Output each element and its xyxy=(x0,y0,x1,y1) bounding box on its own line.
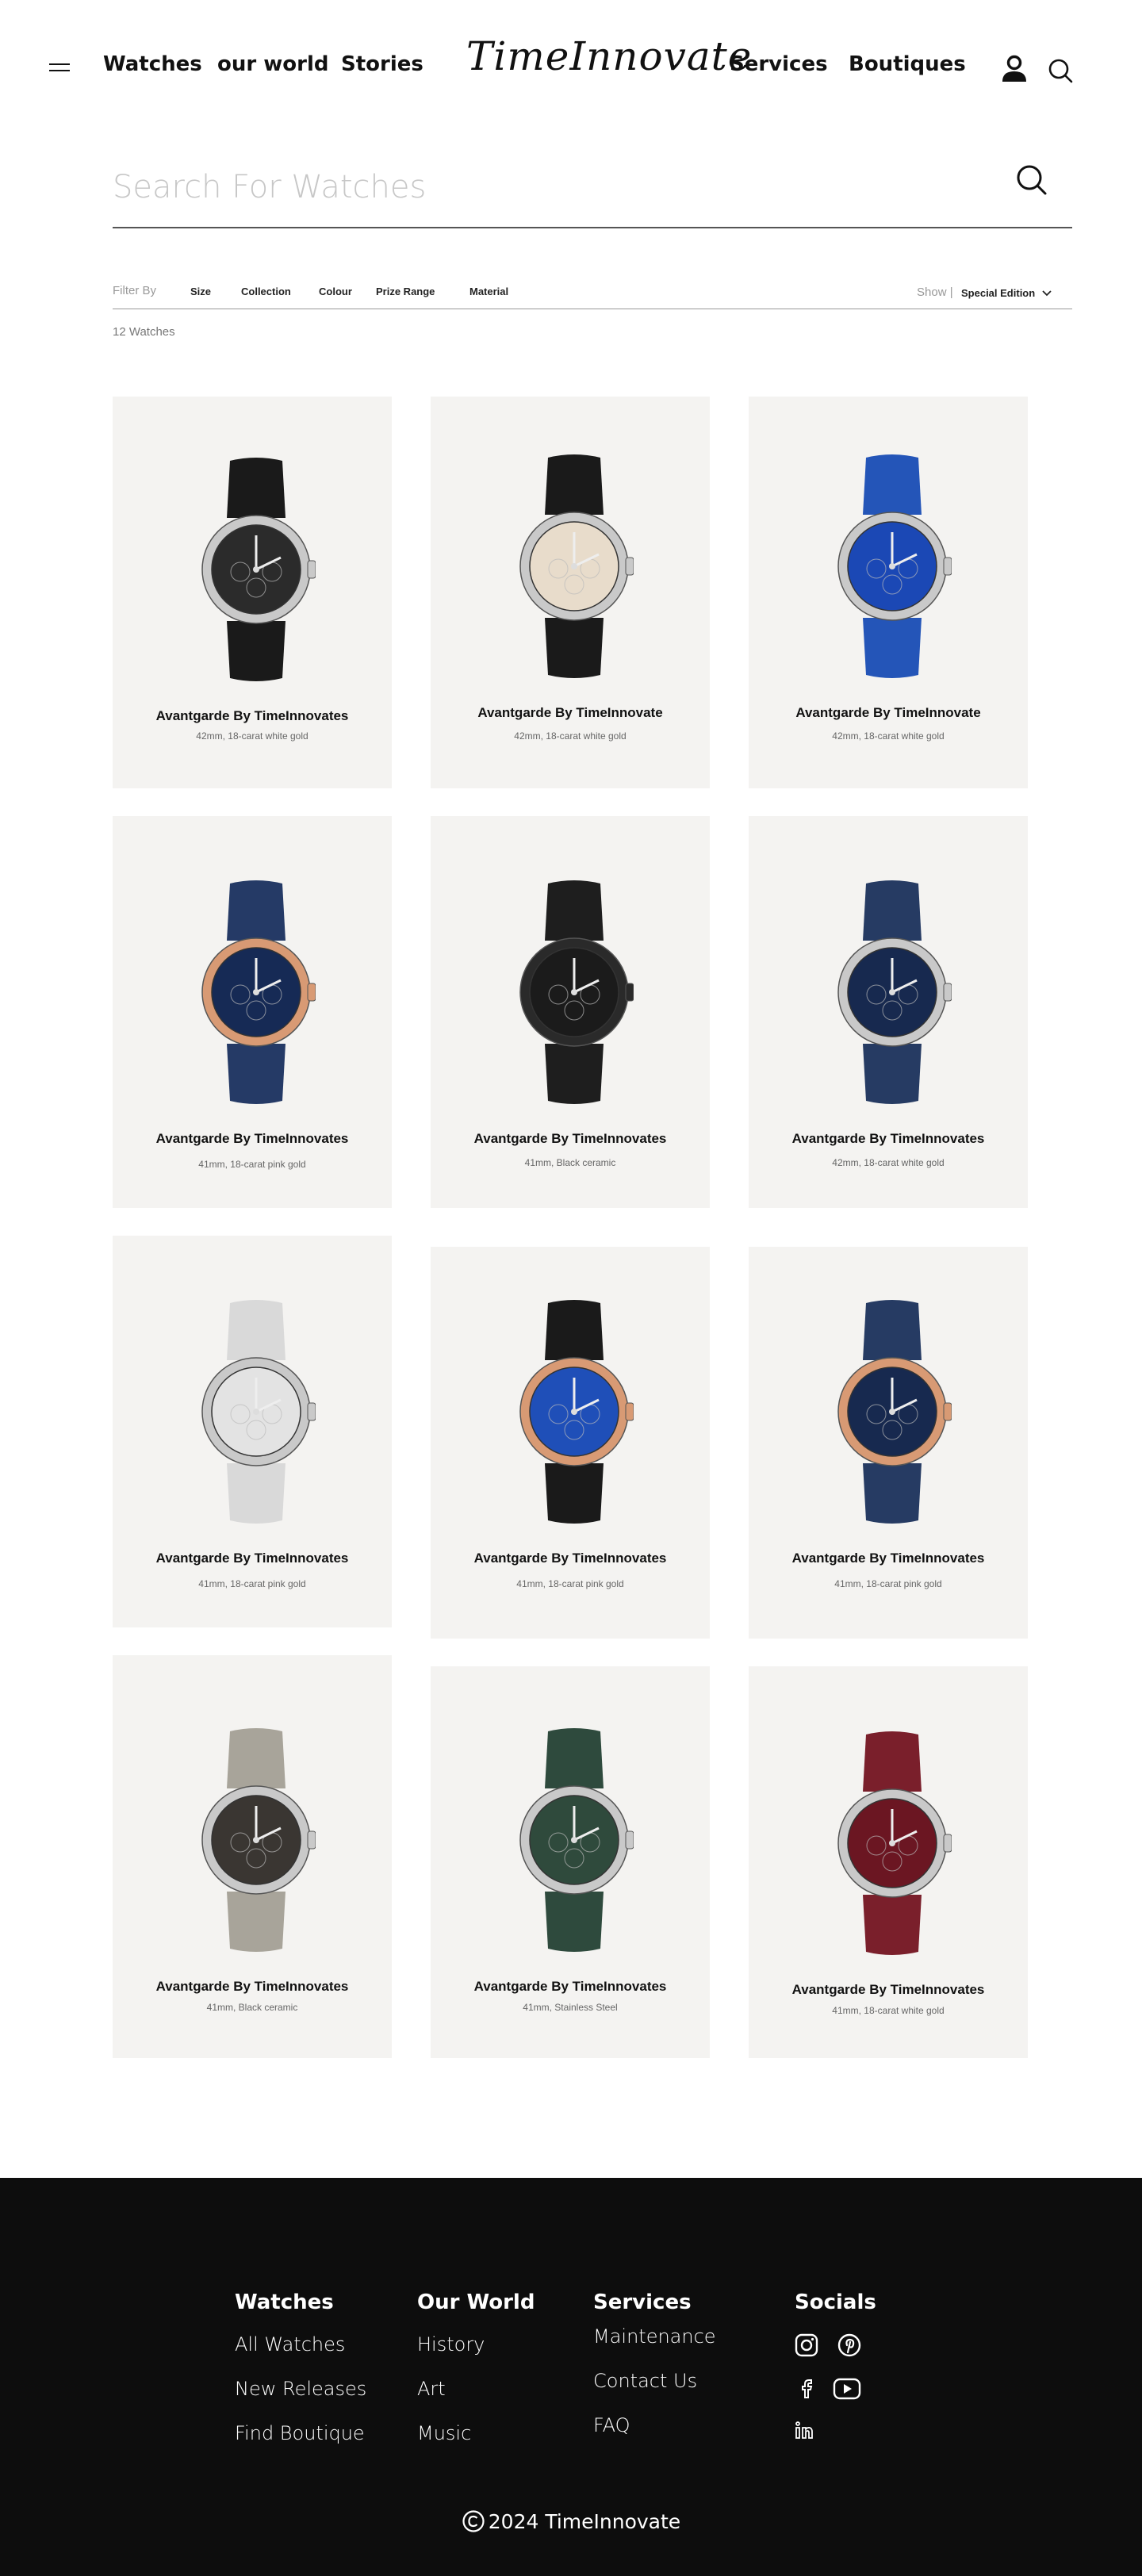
product-card[interactable]: Avantgarde By TimeInnovates 41mm, Stainle… xyxy=(431,1666,710,2058)
hamburger-menu-icon[interactable] xyxy=(49,63,71,75)
nav-watches[interactable]: Watches xyxy=(103,52,202,76)
nav-our-world[interactable]: our world xyxy=(217,52,328,76)
watch-image xyxy=(201,880,316,1104)
product-name[interactable]: Avantgarde By TimeInnovate xyxy=(431,705,710,721)
product-card[interactable]: Avantgarde By TimeInnovates 41mm, Black c… xyxy=(431,816,710,1208)
product-card[interactable]: Avantgarde By TimeInnovates 42mm, 18-cara… xyxy=(749,816,1028,1208)
nav-stories[interactable]: Stories xyxy=(341,52,423,76)
product-name[interactable]: Avantgarde By TimeInnovates xyxy=(749,1551,1028,1566)
search-input[interactable] xyxy=(113,167,985,208)
copyright: 2024 TimeInnovate xyxy=(444,2509,698,2533)
watch-image xyxy=(519,1300,634,1524)
results-count: 12 Watches xyxy=(113,325,175,339)
product-name[interactable]: Avantgarde By TimeInnovates xyxy=(749,1982,1028,1998)
product-description: 42mm, 18-carat white gold xyxy=(514,730,627,742)
watch-image xyxy=(519,880,634,1104)
footer-link-faq[interactable]: FAQ xyxy=(593,2414,630,2436)
search-bar xyxy=(113,159,1072,228)
footer-link-contact-us[interactable]: Contact Us xyxy=(593,2370,697,2392)
footer-services-title: Services xyxy=(593,2290,692,2314)
pinterest-icon[interactable] xyxy=(837,2333,861,2357)
footer-link-art[interactable]: Art xyxy=(417,2378,446,2400)
filter-collection[interactable]: Collection xyxy=(241,286,291,297)
search-icon[interactable] xyxy=(1047,57,1074,84)
nav-boutiques[interactable]: Boutiques xyxy=(849,52,966,76)
product-name[interactable]: Avantgarde By TimeInnovates xyxy=(113,1551,392,1566)
product-card[interactable]: Avantgarde By TimeInnovates 42mm, 18-cara… xyxy=(113,397,392,788)
product-name[interactable]: Avantgarde By TimeInnovates xyxy=(431,1979,710,1995)
filter-label: Filter By xyxy=(113,284,157,297)
footer-link-maintenance[interactable]: Maintenance xyxy=(593,2325,716,2348)
product-description: 41mm, Black ceramic xyxy=(206,2002,298,2013)
product-name[interactable]: Avantgarde By TimeInnovates xyxy=(431,1551,710,1566)
show-label: Show | xyxy=(917,286,953,299)
watch-image xyxy=(837,1300,952,1524)
product-name[interactable]: Avantgarde By TimeInnovates xyxy=(431,1131,710,1147)
product-card[interactable]: Avantgarde By TimeInnovates 41mm, Black c… xyxy=(113,1655,392,2058)
product-card[interactable]: Avantgarde By TimeInnovates 41mm, 18-cara… xyxy=(431,1247,710,1639)
product-card[interactable]: Avantgarde By TimeInnovates 41mm, 18-cara… xyxy=(749,1666,1028,2058)
watch-image xyxy=(201,1728,316,1952)
watch-image xyxy=(519,454,634,678)
footer-link-history[interactable]: History xyxy=(417,2333,485,2356)
watch-image xyxy=(837,454,952,678)
filter-prize-range[interactable]: Prize Range xyxy=(376,286,435,297)
linkedin-icon[interactable] xyxy=(795,2421,814,2440)
watch-image xyxy=(201,1300,316,1524)
product-card[interactable]: Avantgarde By TimeInnovate 42mm, 18-carat… xyxy=(431,397,710,788)
product-card[interactable]: Avantgarde By TimeInnovate 42mm, 18-carat… xyxy=(749,397,1028,788)
watch-image xyxy=(837,880,952,1104)
product-description: 41mm, 18-carat pink gold xyxy=(516,1578,624,1589)
product-description: 41mm, Black ceramic xyxy=(524,1157,616,1168)
product-description: 41mm, 18-carat pink gold xyxy=(198,1578,306,1589)
watch-image xyxy=(519,1728,634,1952)
product-name[interactable]: Avantgarde By TimeInnovates xyxy=(113,1979,392,1995)
brand-logo[interactable]: TimeInnovate xyxy=(466,33,752,79)
product-card[interactable]: Avantgarde By TimeInnovates 41mm, 18-cara… xyxy=(113,1236,392,1627)
product-description: 42mm, 18-carat white gold xyxy=(196,730,308,742)
product-description: 41mm, 18-carat pink gold xyxy=(198,1159,306,1170)
search-submit-icon[interactable] xyxy=(1015,163,1048,197)
show-dropdown[interactable]: Special Edition xyxy=(961,287,1052,299)
nav-services[interactable]: Services xyxy=(730,52,828,76)
product-description: 41mm, Stainless Steel xyxy=(523,2002,618,2013)
filter-colour[interactable]: Colour xyxy=(319,286,352,297)
show-dropdown-value: Special Edition xyxy=(961,287,1036,299)
footer-link-music[interactable]: Music xyxy=(417,2422,471,2444)
footer-link-new-releases[interactable]: New Releases xyxy=(235,2378,366,2400)
facebook-icon[interactable] xyxy=(795,2376,818,2400)
copyright-icon xyxy=(462,2510,485,2532)
filter-material[interactable]: Material xyxy=(469,286,508,297)
filter-size[interactable]: Size xyxy=(190,286,211,297)
filter-bar: Filter By Size Collection Colour Prize R… xyxy=(113,281,1072,309)
watch-image xyxy=(201,458,316,681)
product-name[interactable]: Avantgarde By TimeInnovates xyxy=(113,1131,392,1147)
product-name[interactable]: Avantgarde By TimeInnovates xyxy=(113,708,392,724)
product-card[interactable]: Avantgarde By TimeInnovates 41mm, 18-cara… xyxy=(113,816,392,1208)
chevron-down-icon xyxy=(1042,289,1052,296)
product-description: 41mm, 18-carat white gold xyxy=(832,2005,945,2016)
watch-image xyxy=(837,1731,952,1955)
user-account-icon[interactable] xyxy=(999,54,1029,84)
youtube-icon[interactable] xyxy=(833,2378,861,2400)
product-description: 41mm, 18-carat pink gold xyxy=(834,1578,942,1589)
instagram-icon[interactable] xyxy=(795,2333,818,2357)
footer-link-all-watches[interactable]: All Watches xyxy=(235,2333,345,2356)
product-name[interactable]: Avantgarde By TimeInnovate xyxy=(749,705,1028,721)
footer-socials-title: Socials xyxy=(795,2290,876,2314)
footer-link-find-boutique[interactable]: Find Boutique xyxy=(235,2422,365,2444)
footer-watches-title: Watches xyxy=(235,2290,334,2314)
product-card[interactable]: Avantgarde By TimeInnovates 41mm, 18-cara… xyxy=(749,1247,1028,1639)
product-name[interactable]: Avantgarde By TimeInnovates xyxy=(749,1131,1028,1147)
footer-our-world-title: Our World xyxy=(417,2290,535,2314)
copyright-text: 2024 TimeInnovate xyxy=(488,2509,681,2533)
product-description: 42mm, 18-carat white gold xyxy=(832,1157,945,1168)
product-description: 42mm, 18-carat white gold xyxy=(832,730,945,742)
